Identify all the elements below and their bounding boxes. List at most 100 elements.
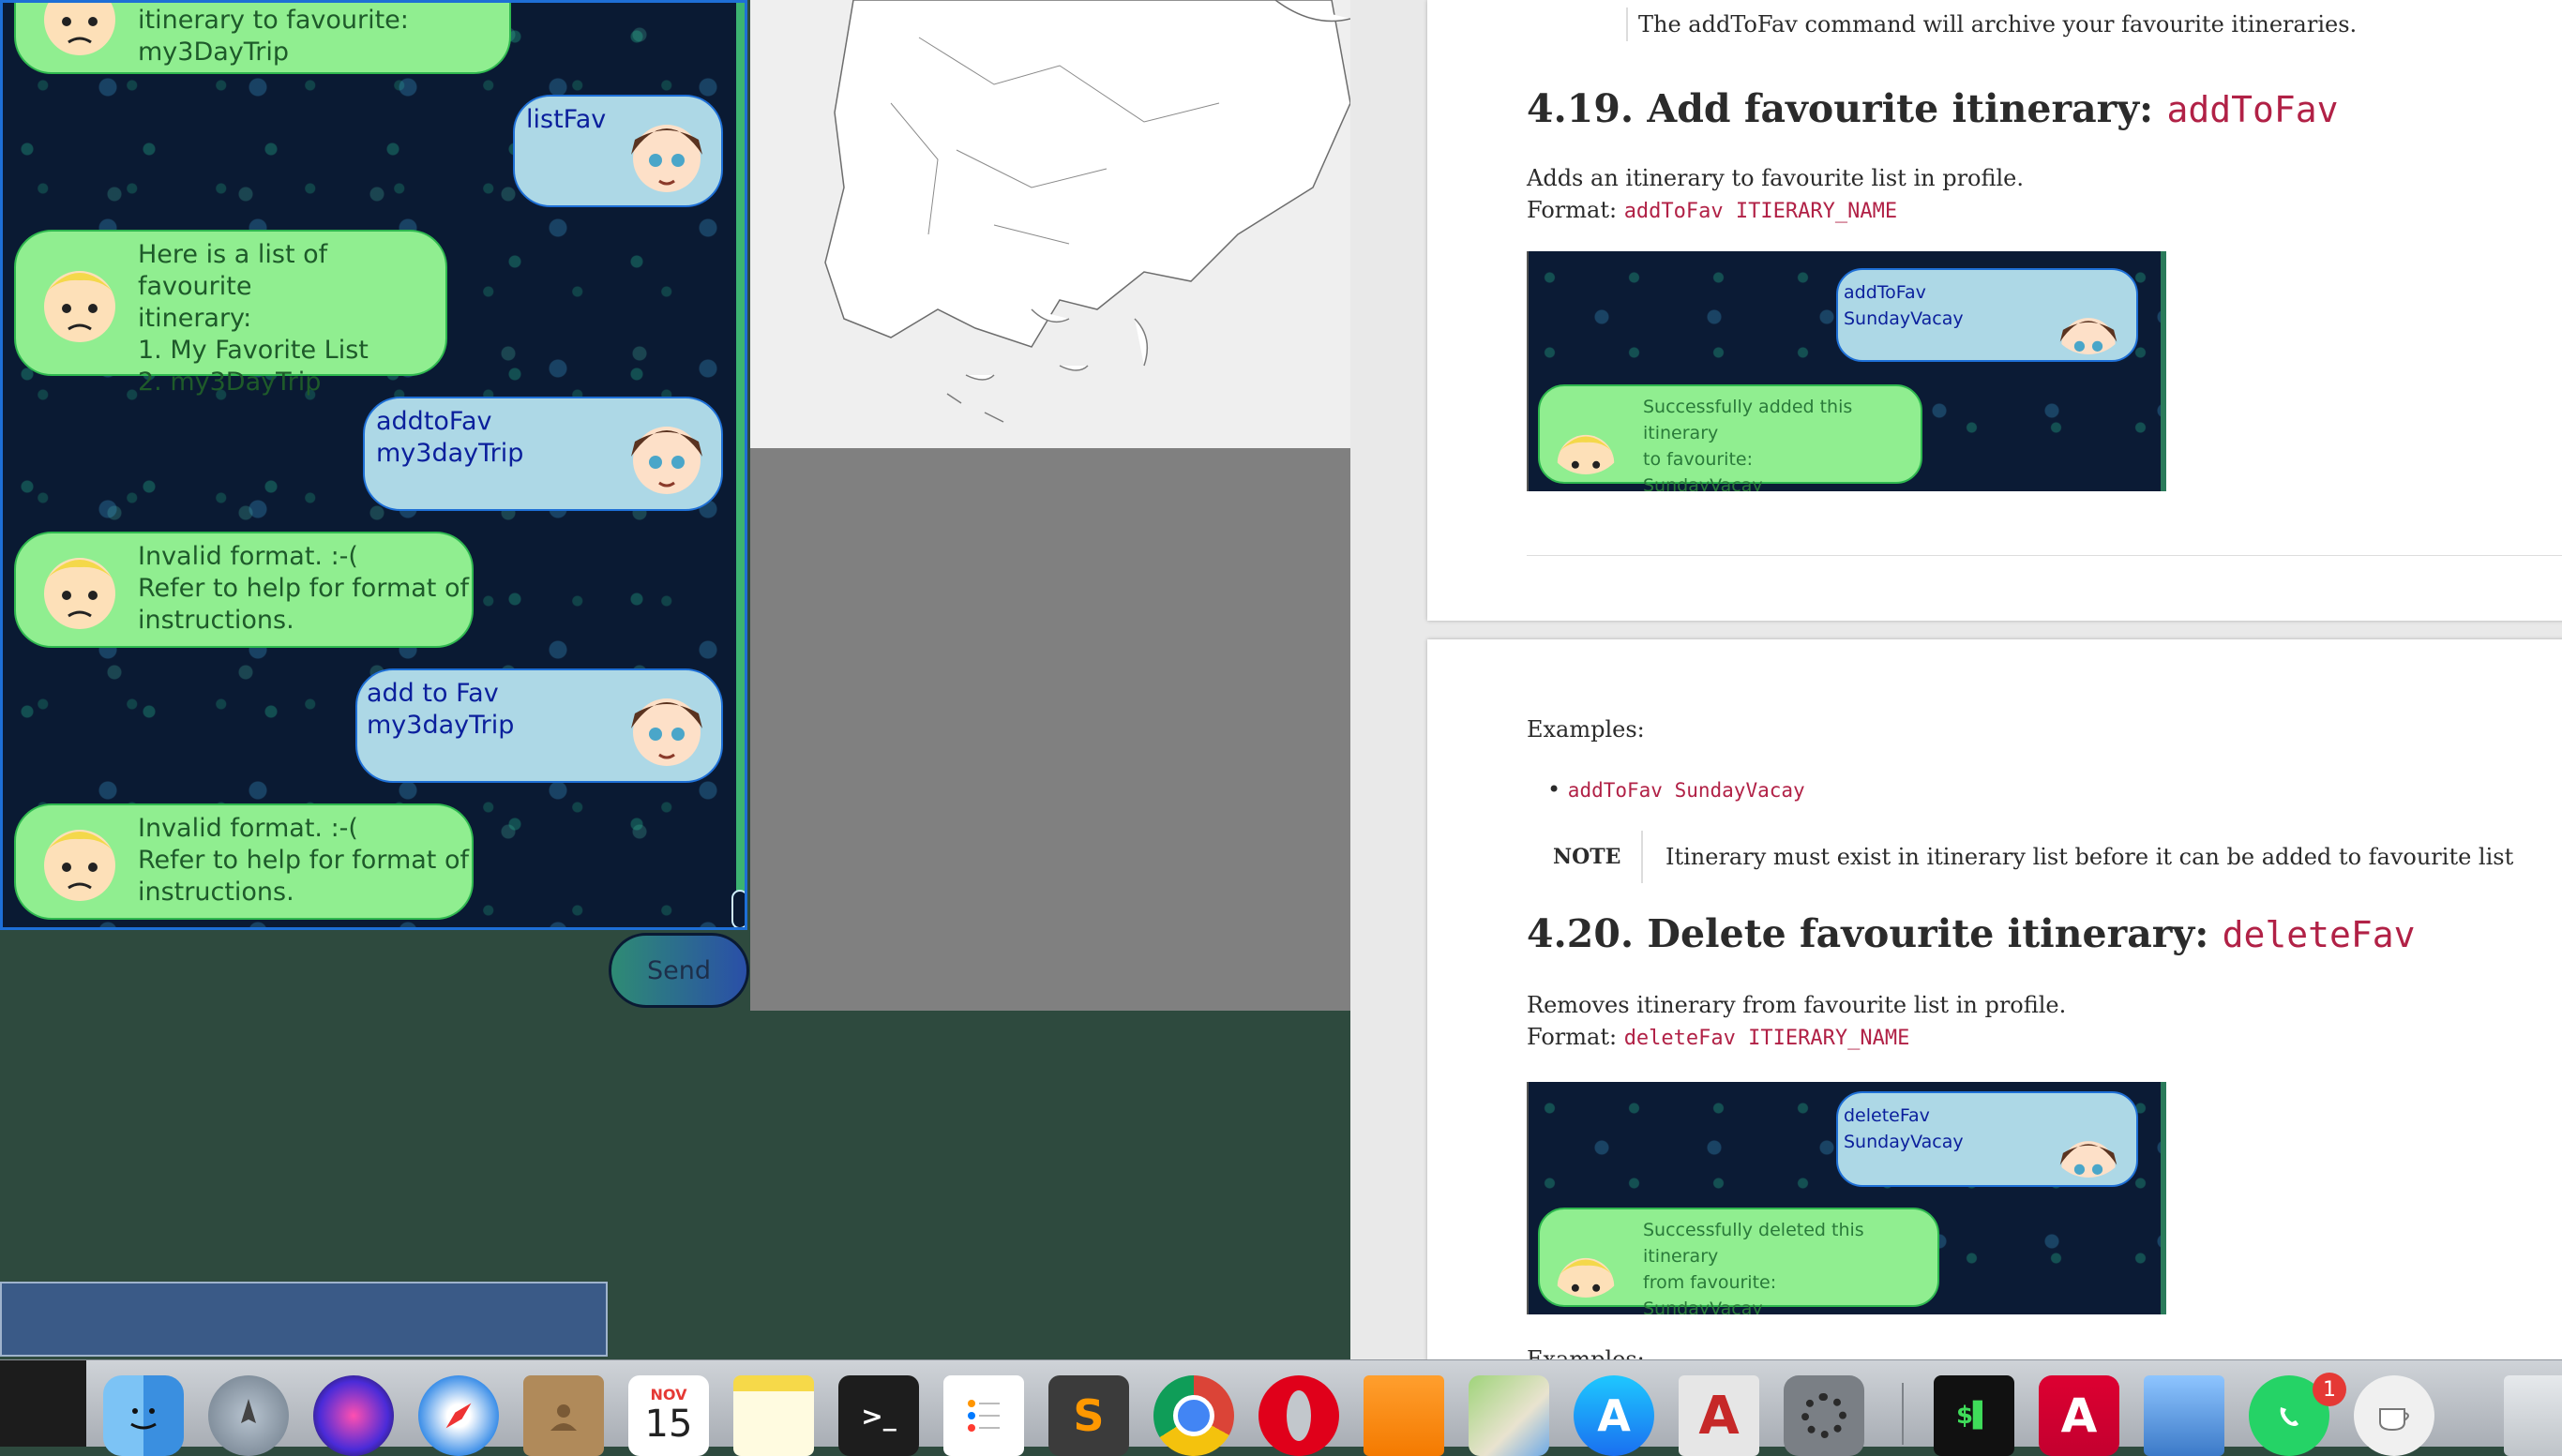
format-code: addToFav ITIERARY_NAME <box>1623 200 1898 223</box>
add-to-fav-screenshot: addToFav SundayVacay Successfully added … <box>1527 251 2166 491</box>
angular-icon[interactable]: A <box>2039 1375 2119 1456</box>
calendar-icon[interactable]: NOV 15 <box>628 1375 709 1456</box>
autocad-icon[interactable]: A <box>1679 1375 1759 1456</box>
screenshot-bot-text: Successfully added this itinerary to fav… <box>1643 397 1853 491</box>
delete-fav-screenshot: deleteFav SundayVacay Successfully delet… <box>1527 1082 2166 1314</box>
launchpad-icon[interactable] <box>208 1375 289 1456</box>
message-text: listFav <box>526 105 607 134</box>
chrome-center <box>1173 1395 1214 1436</box>
bot-message: Invalid format. :-( Refer to help for fo… <box>14 532 474 648</box>
safari-icon[interactable] <box>418 1375 499 1456</box>
section-4-19-heading: 4.19. Add favourite itinerary: addToFav <box>1527 86 2339 131</box>
section-4-19-command: addToFav <box>2166 89 2339 130</box>
format-label: Format: <box>1527 1024 1624 1050</box>
bot-message: Here is a list of favourite itinerary: 1… <box>14 230 447 397</box>
caffeine-icon[interactable] <box>2354 1375 2434 1456</box>
iterm-icon[interactable]: $▌ <box>1934 1375 2014 1456</box>
pages-icon[interactable] <box>1364 1375 1444 1456</box>
screenshot-bot-message: Successfully added this itinerary to fav… <box>1538 384 1922 491</box>
whatsapp-badge: 1 <box>2313 1373 2346 1406</box>
note-rule <box>1641 831 1643 883</box>
opera-ring <box>1287 1390 1311 1441</box>
bot-message: itinerary to favourite: my3DayTrip <box>14 3 511 74</box>
preview-icon[interactable] <box>2144 1375 2224 1456</box>
screenshot-bot-text: Successfully deleted this itinerary from… <box>1643 1220 1864 1314</box>
send-label: Send <box>646 955 711 985</box>
bot-avatar <box>29 539 130 640</box>
screenshot-user-message: deleteFav SundayVacay <box>1836 1091 2138 1187</box>
bullet: • <box>1547 776 1568 803</box>
message-text: itinerary to favourite: my3DayTrip <box>138 6 409 67</box>
command-input[interactable] <box>0 1282 608 1357</box>
section-4-19-format: Format: addToFav ITIERARY_NAME <box>1527 193 1897 229</box>
doc-page-top: The addToFav command will archive your f… <box>1427 0 2562 621</box>
examples-label-2: Examples: <box>1527 1346 1645 1359</box>
terminal-icon[interactable]: >_ <box>838 1375 919 1456</box>
section-4-20-format: Format: deleteFav ITIERARY_NAME <box>1527 1020 1909 1056</box>
message-text: add to Fav my3dayTrip <box>367 679 515 740</box>
example-item: • addToFav SundayVacay <box>1547 773 1805 807</box>
siri-icon[interactable] <box>313 1375 394 1456</box>
app-store-glyph: A <box>1597 1390 1631 1441</box>
contacts-icon[interactable] <box>523 1375 604 1456</box>
chat-panel[interactable]: itinerary to favourite: my3DayTrip listF… <box>0 0 747 930</box>
calendar-month: NOV <box>650 1386 687 1403</box>
section-4-20-description: Removes itinerary from favourite list in… <box>1527 992 2067 1018</box>
chat-scrollbar-track[interactable] <box>736 3 745 927</box>
examples-label: Examples: <box>1527 716 1645 743</box>
dock: NOV 15 >_ S A A $▌ A <box>0 1359 2562 1456</box>
system-preferences-icon[interactable] <box>1784 1375 1864 1456</box>
document-viewer[interactable]: The addToFav command will archive your f… <box>1350 0 2562 1359</box>
intro-rule <box>1626 8 1628 41</box>
reminders-icon[interactable] <box>943 1375 1024 1456</box>
section-4-20-command: deleteFav <box>2222 914 2416 955</box>
map-panel[interactable] <box>750 0 1350 448</box>
send-button[interactable]: Send <box>609 933 749 1008</box>
user-avatar <box>2048 274 2129 354</box>
user-avatar <box>616 102 717 203</box>
user-message: addtoFav my3dayTrip <box>363 397 723 511</box>
screenshot-user-text: deleteFav SundayVacay <box>1844 1105 1964 1152</box>
trash-icon[interactable] <box>2504 1375 2562 1456</box>
sublime-text-icon[interactable]: S <box>1048 1375 1129 1456</box>
message-text: Invalid format. :-( Refer to help for fo… <box>138 542 469 635</box>
screenshot-bot-message: Successfully deleted this itinerary from… <box>1538 1208 1939 1314</box>
angular-glyph: A <box>2060 1388 2098 1443</box>
section-4-19-title: 4.19. Add favourite itinerary: <box>1527 86 2167 131</box>
map-landmass <box>824 0 1350 423</box>
message-text: Invalid format. :-( Refer to help for fo… <box>138 814 469 907</box>
calendar-day: 15 <box>644 1403 693 1446</box>
intro-line: The addToFav command will archive your f… <box>1638 11 2358 38</box>
bot-avatar <box>1545 394 1626 474</box>
user-avatar <box>616 404 717 505</box>
finder-icon[interactable] <box>103 1375 184 1456</box>
notes-icon[interactable] <box>733 1375 814 1456</box>
terminal-prompt: >_ <box>861 1400 897 1432</box>
note-label: NOTE <box>1553 845 1621 869</box>
map-empty-area <box>750 448 1350 1011</box>
message-text: addtoFav my3dayTrip <box>376 407 524 468</box>
example-code: addToFav SundayVacay <box>1567 779 1805 802</box>
section-4-20-heading: 4.20. Delete favourite itinerary: delete… <box>1527 911 2416 956</box>
bot-avatar <box>1545 1217 1626 1298</box>
app-store-icon[interactable]: A <box>1574 1375 1654 1456</box>
chrome-icon[interactable] <box>1153 1375 1234 1456</box>
section-4-20-title: 4.20. Delete favourite itinerary: <box>1527 911 2223 956</box>
chat-scrollbar-thumb[interactable] <box>731 890 745 927</box>
format-label: Format: <box>1527 197 1624 223</box>
user-message: add to Fav my3dayTrip <box>355 668 723 783</box>
message-text: Here is a list of favourite itinerary: 1… <box>138 240 369 397</box>
user-avatar <box>2048 1097 2129 1178</box>
sublime-glyph: S <box>1073 1390 1105 1441</box>
page-divider-rule <box>1527 555 2562 556</box>
screenshot-user-message: addToFav SundayVacay <box>1836 268 2138 362</box>
opera-icon[interactable] <box>1258 1375 1339 1456</box>
gear-icon <box>1801 1393 1846 1438</box>
user-avatar <box>616 676 717 777</box>
maps-icon[interactable] <box>1469 1375 1549 1456</box>
iterm-prompt: $▌ <box>1955 1402 1993 1430</box>
dock-separator <box>1902 1383 1904 1445</box>
bot-message: Invalid format. :-( Refer to help for fo… <box>14 803 474 920</box>
doc-page-bottom: Examples: • addToFav SundayVacay NOTE It… <box>1427 639 2562 1359</box>
bot-avatar <box>29 3 130 67</box>
